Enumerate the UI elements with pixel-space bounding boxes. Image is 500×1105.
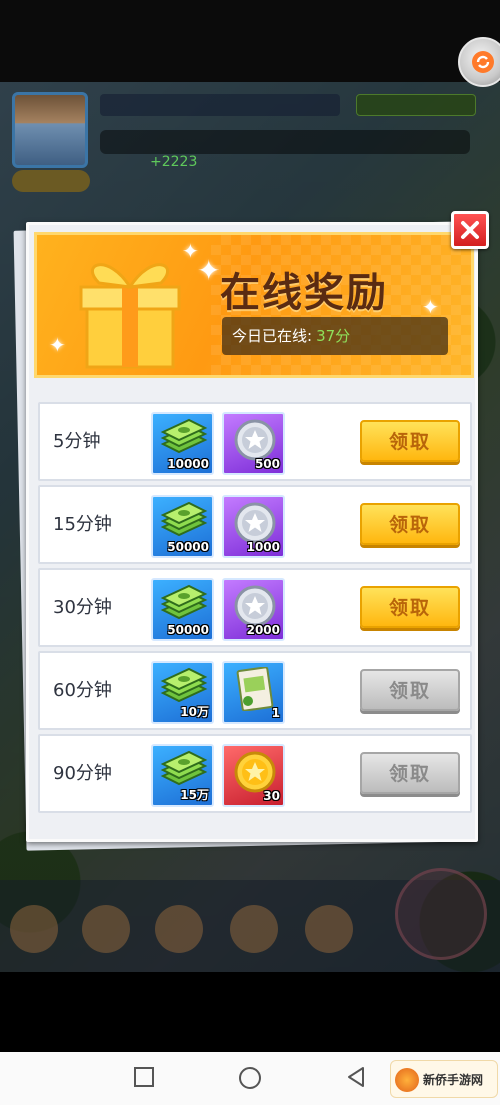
gift-box-icon bbox=[79, 263, 181, 369]
close-button[interactable] bbox=[451, 211, 489, 249]
bottom-nav-item[interactable] bbox=[155, 905, 203, 953]
site-watermark: 新侨手游网 bbox=[390, 1060, 498, 1098]
back-triangle-icon[interactable] bbox=[345, 1066, 367, 1088]
reward-item[interactable]: 500 bbox=[222, 412, 285, 475]
reward-amount: 30 bbox=[263, 789, 280, 803]
reward-amount: 10000 bbox=[167, 457, 209, 471]
reward-amount: 500 bbox=[254, 457, 280, 471]
claim-button[interactable]: 领取 bbox=[360, 669, 460, 711]
reward-time-label: 30分钟 bbox=[53, 597, 112, 618]
online-time-pill: 今日已在线: 37分 bbox=[222, 317, 448, 355]
bottom-nav-item[interactable] bbox=[10, 905, 58, 953]
reward-amount: 1000 bbox=[246, 540, 280, 554]
claim-button[interactable]: 领取 bbox=[360, 503, 460, 545]
reward-amount: 1 bbox=[271, 706, 280, 720]
income-gain-text: +2223 bbox=[150, 154, 198, 170]
reward-amount: 50000 bbox=[167, 540, 209, 554]
reward-amount: 50000 bbox=[167, 623, 209, 637]
popup-title: 在线奖励 bbox=[220, 270, 388, 316]
event-ring-button[interactable] bbox=[395, 868, 487, 960]
watermark-logo-icon bbox=[395, 1068, 419, 1092]
recents-square-icon[interactable] bbox=[133, 1066, 155, 1088]
sparkle-icon: ✦ bbox=[49, 333, 66, 357]
reward-row: 5分钟 10000 500 领取 bbox=[38, 402, 472, 481]
resource-bar bbox=[100, 130, 470, 154]
claim-button[interactable]: 领取 bbox=[360, 752, 460, 794]
claim-button[interactable]: 领取 bbox=[360, 420, 460, 462]
online-time-label: 今日已在线: bbox=[232, 327, 313, 345]
top-bar bbox=[0, 0, 500, 82]
popup-banner: ✦ ✦ ✦ ✦ 在线奖励 今日已在线: 37分 bbox=[34, 232, 474, 378]
reward-time-label: 5分钟 bbox=[53, 431, 101, 452]
reward-amount: 15万 bbox=[180, 788, 209, 802]
reward-item[interactable]: 10万 bbox=[151, 661, 214, 724]
reward-time-label: 15分钟 bbox=[53, 514, 112, 535]
reward-item[interactable]: 10000 bbox=[151, 412, 214, 475]
online-time-value: 37分 bbox=[316, 327, 351, 345]
reward-item[interactable]: 2000 bbox=[222, 578, 285, 641]
reward-row: 30分钟 50000 2000 领取 bbox=[38, 568, 472, 647]
claim-button[interactable]: 领取 bbox=[360, 586, 460, 628]
refresh-round-button[interactable] bbox=[458, 37, 500, 87]
bottom-nav-item[interactable] bbox=[305, 905, 353, 953]
reward-row: 15分钟 50000 1000 领取 bbox=[38, 485, 472, 564]
reward-amount: 10万 bbox=[180, 705, 209, 719]
sparkle-icon: ✦ bbox=[422, 295, 439, 319]
bottom-nav-item[interactable] bbox=[82, 905, 130, 953]
player-avatar[interactable] bbox=[12, 92, 88, 168]
reward-row: 60分钟 10万 1 领取 bbox=[38, 651, 472, 730]
refresh-icon bbox=[472, 51, 494, 73]
online-reward-popup: ✦ ✦ ✦ ✦ 在线奖励 今日已在线: 37分 5分钟 10000 500 领取 15分钟… bbox=[26, 222, 478, 842]
reward-item[interactable]: 50000 bbox=[151, 578, 214, 641]
bottom-nav-item[interactable] bbox=[230, 905, 278, 953]
reward-item[interactable]: 1 bbox=[222, 661, 285, 724]
home-circle-icon[interactable] bbox=[238, 1066, 262, 1090]
watermark-text: 新侨手游网 bbox=[423, 1073, 484, 1087]
close-icon bbox=[461, 221, 479, 239]
sparkle-icon: ✦ bbox=[197, 254, 221, 287]
reward-amount: 2000 bbox=[246, 623, 280, 637]
reward-item[interactable]: 15万 bbox=[151, 744, 214, 807]
reward-item[interactable]: 1000 bbox=[222, 495, 285, 558]
reward-time-label: 90分钟 bbox=[53, 763, 112, 784]
reward-item[interactable]: 30 bbox=[222, 744, 285, 807]
reward-row: 90分钟 15万 30 领取 bbox=[38, 734, 472, 813]
player-level-tag bbox=[12, 170, 90, 192]
money-counter bbox=[356, 94, 476, 116]
reward-item[interactable]: 50000 bbox=[151, 495, 214, 558]
player-name-bar bbox=[100, 94, 340, 116]
reward-time-label: 60分钟 bbox=[53, 680, 112, 701]
